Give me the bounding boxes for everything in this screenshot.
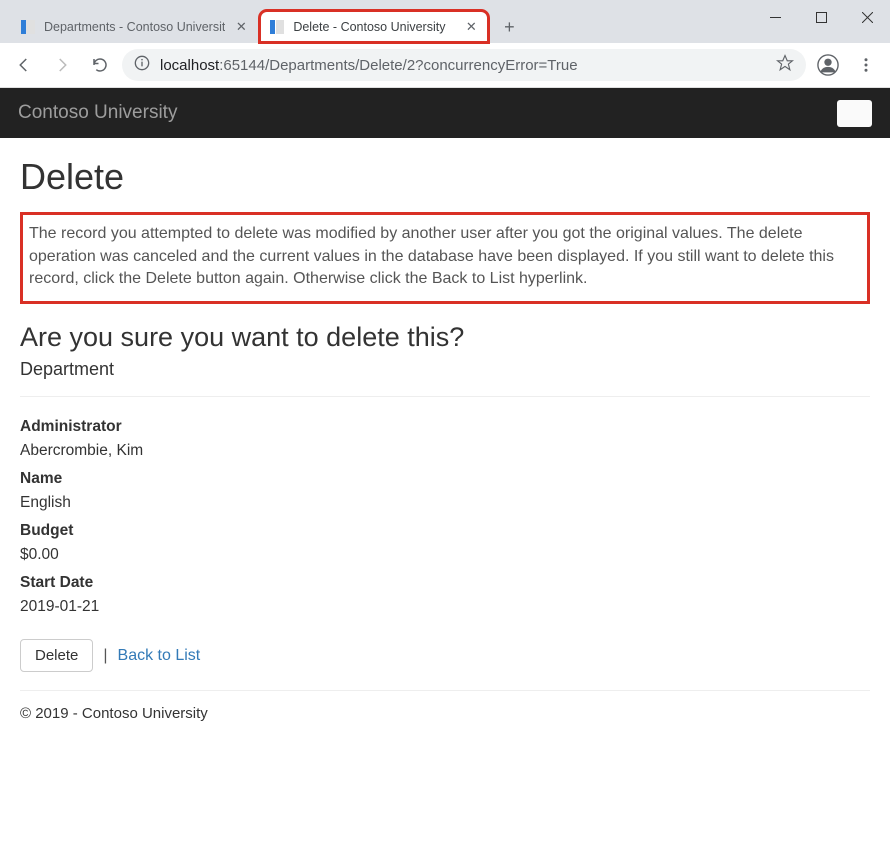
- error-message: The record you attempted to delete was m…: [29, 223, 857, 291]
- back-button[interactable]: [8, 49, 40, 81]
- url-text: localhost:65144/Departments/Delete/2?con…: [160, 57, 766, 74]
- close-window-button[interactable]: [844, 2, 890, 32]
- reload-button[interactable]: [84, 49, 116, 81]
- divider: [20, 396, 870, 397]
- info-icon[interactable]: [134, 55, 150, 75]
- close-tab-icon[interactable]: ✕: [233, 19, 249, 35]
- window-titlebar: Departments - Contoso Universit ✕ Delete…: [0, 0, 890, 43]
- footer-divider: [20, 690, 870, 691]
- close-tab-icon[interactable]: ✕: [463, 19, 479, 35]
- field-value-name: English: [20, 491, 870, 515]
- field-label-name: Name: [20, 467, 870, 491]
- field-label-budget: Budget: [20, 519, 870, 543]
- field-value-administrator: Abercrombie, Kim: [20, 439, 870, 463]
- form-actions: Delete | Back to List: [20, 639, 870, 672]
- new-tab-button[interactable]: +: [495, 13, 523, 41]
- tab-title: Departments - Contoso Universit: [44, 20, 225, 34]
- action-divider: |: [103, 647, 107, 665]
- delete-button[interactable]: Delete: [20, 639, 93, 672]
- profile-avatar-icon[interactable]: [812, 49, 844, 81]
- browser-toolbar: localhost:65144/Departments/Delete/2?con…: [0, 43, 890, 88]
- page-content: Delete The record you attempted to delet…: [0, 138, 890, 740]
- entity-label: Department: [20, 359, 870, 380]
- back-to-list-link[interactable]: Back to List: [118, 647, 201, 665]
- browser-tab-delete[interactable]: Delete - Contoso University ✕: [259, 10, 489, 43]
- tab-strip: Departments - Contoso Universit ✕ Delete…: [0, 10, 523, 43]
- page-favicon-icon: [269, 19, 285, 35]
- footer-text: © 2019 - Contoso University: [20, 705, 870, 722]
- field-label-startdate: Start Date: [20, 571, 870, 595]
- tab-title: Delete - Contoso University: [293, 20, 455, 34]
- page-favicon-icon: [20, 19, 36, 35]
- window-controls: [752, 2, 890, 32]
- nav-toggle-button[interactable]: [837, 100, 872, 127]
- detail-list: Administrator Abercrombie, Kim Name Engl…: [20, 415, 870, 619]
- menu-kebab-icon[interactable]: [850, 49, 882, 81]
- field-value-budget: $0.00: [20, 543, 870, 567]
- site-navbar: Contoso University: [0, 88, 890, 138]
- forward-button[interactable]: [46, 49, 78, 81]
- site-brand[interactable]: Contoso University: [18, 102, 177, 124]
- minimize-button[interactable]: [752, 2, 798, 32]
- bookmark-star-icon[interactable]: [776, 54, 794, 76]
- concurrency-error-box: The record you attempted to delete was m…: [20, 212, 870, 304]
- field-label-administrator: Administrator: [20, 415, 870, 439]
- browser-tab-departments[interactable]: Departments - Contoso Universit ✕: [10, 10, 259, 43]
- address-bar[interactable]: localhost:65144/Departments/Delete/2?con…: [122, 49, 806, 81]
- confirm-heading: Are you sure you want to delete this?: [20, 322, 870, 353]
- maximize-button[interactable]: [798, 2, 844, 32]
- page-title: Delete: [20, 156, 870, 198]
- field-value-startdate: 2019-01-21: [20, 595, 870, 619]
